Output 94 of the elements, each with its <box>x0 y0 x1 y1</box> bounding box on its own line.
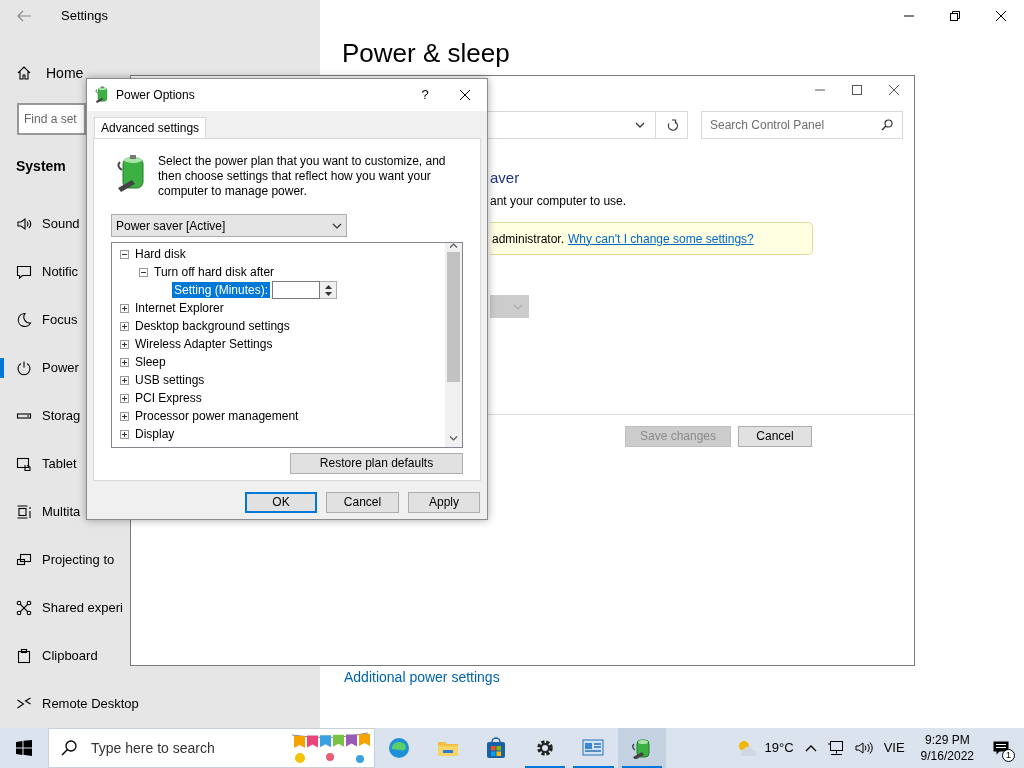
scrollbar[interactable] <box>445 243 462 447</box>
tablet-icon <box>16 456 32 472</box>
dialog-title: Power Options <box>116 87 195 104</box>
setting-label[interactable]: Setting (Minutes): <box>172 282 271 298</box>
spin-up-icon[interactable] <box>324 283 332 289</box>
expand-icon[interactable] <box>120 321 129 331</box>
expand-icon[interactable] <box>120 339 129 349</box>
sidebar-item[interactable]: Shared experi <box>0 584 125 632</box>
tree-item[interactable]: Hard disk <box>135 245 186 263</box>
chevron-down-icon <box>513 303 523 310</box>
chevron-down-icon <box>635 122 645 128</box>
tree-item[interactable]: Display <box>135 425 175 443</box>
scroll-down-icon[interactable] <box>449 436 458 441</box>
apply-button[interactable]: Apply <box>408 492 480 513</box>
plan-dropdown[interactable]: Power saver [Active] <box>111 214 347 237</box>
sidebar-item[interactable]: Tablet <box>0 440 79 488</box>
notification-button[interactable]: 1 <box>986 733 1016 763</box>
tree-item[interactable]: PCI Express <box>135 389 202 407</box>
close-icon <box>459 89 471 101</box>
tab[interactable]: Advanced settings <box>94 117 207 138</box>
power-icon <box>16 360 32 376</box>
browser-icon <box>388 737 411 759</box>
additional-settings-link[interactable]: Additional power settings <box>344 668 1024 686</box>
windows-icon <box>16 740 32 756</box>
clock[interactable]: 9:29 PM 9/16/2022 <box>910 732 986 764</box>
expand-icon[interactable] <box>120 357 129 367</box>
multitasking-icon <box>16 504 32 520</box>
moon-icon <box>16 312 32 328</box>
battery-icon <box>630 737 653 759</box>
volume-icon[interactable] <box>854 740 873 756</box>
help-button[interactable]: ? <box>413 85 437 105</box>
sidebar-item[interactable]: Storag <box>0 392 83 440</box>
section-heading: System <box>16 157 66 176</box>
network-nodes-icon <box>16 600 32 616</box>
chevron-down-icon <box>332 222 342 229</box>
tree-item[interactable]: Processor power management <box>135 407 299 425</box>
monitor-icon <box>16 552 32 568</box>
sidebar-item[interactable]: Multita <box>0 488 83 536</box>
expand-icon[interactable] <box>120 375 129 385</box>
minutes-field[interactable] <box>272 281 321 299</box>
restore-icon[interactable] <box>949 10 961 22</box>
sidebar-item[interactable]: Notific <box>0 248 81 296</box>
sidebar-item[interactable]: Sound <box>0 200 82 248</box>
sidebar-item[interactable]: Focus <box>0 296 80 344</box>
search-field[interactable]: Type here to search <box>91 737 231 759</box>
tree-item[interactable]: USB settings <box>135 371 205 389</box>
expand-icon[interactable] <box>120 411 129 421</box>
home-icon <box>16 65 32 81</box>
page-heading: aver <box>490 169 520 187</box>
sidebar-item[interactable]: Remote Desktop <box>0 680 141 728</box>
notice-text: administrator. <box>492 230 565 248</box>
expand-icon[interactable] <box>120 429 129 439</box>
cancel-button[interactable]: Cancel <box>738 426 812 447</box>
refresh-icon <box>665 119 678 131</box>
tree-item[interactable]: Sleep <box>135 353 166 371</box>
cancel-button[interactable]: Cancel <box>326 492 399 513</box>
home-link[interactable]: Home <box>0 53 84 93</box>
back-icon[interactable] <box>16 8 32 24</box>
description-text: Select the power plan that you want to customize, and then choose settings that reflect how you want your computer to manage power. <box>158 154 447 199</box>
search-field[interactable]: Find a set <box>17 103 86 135</box>
network-icon[interactable] <box>826 740 845 756</box>
help-link[interactable]: Why can't I change some settings? <box>568 229 754 248</box>
sidebar-item[interactable]: Clipboard <box>0 632 100 680</box>
speaker-icon <box>16 216 32 232</box>
message-icon <box>16 264 32 280</box>
language-indicator[interactable]: VIE <box>877 738 911 758</box>
sidebar-item[interactable]: Power <box>0 344 81 392</box>
tree-item[interactable]: Wireless Adapter Settings <box>135 335 273 353</box>
spin-down-icon[interactable] <box>324 291 332 297</box>
control-panel-icon <box>582 737 605 759</box>
close-icon[interactable] <box>995 10 1007 22</box>
refresh-button[interactable] <box>656 111 688 139</box>
tree-item[interactable]: Turn off hard disk after <box>154 263 275 281</box>
ok-button[interactable]: OK <box>245 492 317 513</box>
sidebar-item[interactable]: Projecting to <box>0 536 117 584</box>
tree-item[interactable]: Internet Explorer <box>135 299 224 317</box>
clipboard-icon <box>16 648 32 664</box>
close-icon[interactable] <box>888 84 900 96</box>
search-icon <box>61 740 77 756</box>
scroll-up-icon[interactable] <box>449 243 458 248</box>
expand-icon[interactable] <box>120 393 129 403</box>
collapse-icon[interactable] <box>120 249 129 259</box>
page-subtitle: ant your computer to use. <box>490 194 627 208</box>
restore-defaults-button[interactable]: Restore plan defaults <box>290 453 463 474</box>
temperature-text[interactable]: 19°C <box>758 738 800 758</box>
collapse-icon[interactable] <box>139 267 148 277</box>
battery-icon <box>94 86 110 104</box>
tree-item[interactable]: Desktop background settings <box>135 317 290 335</box>
window-title: Settings <box>61 7 108 26</box>
maximize-icon[interactable] <box>851 84 863 96</box>
page-heading: Power & sleep <box>342 38 511 68</box>
store-icon <box>485 737 508 759</box>
message-icon <box>992 740 1010 756</box>
expand-icon[interactable] <box>120 303 129 313</box>
